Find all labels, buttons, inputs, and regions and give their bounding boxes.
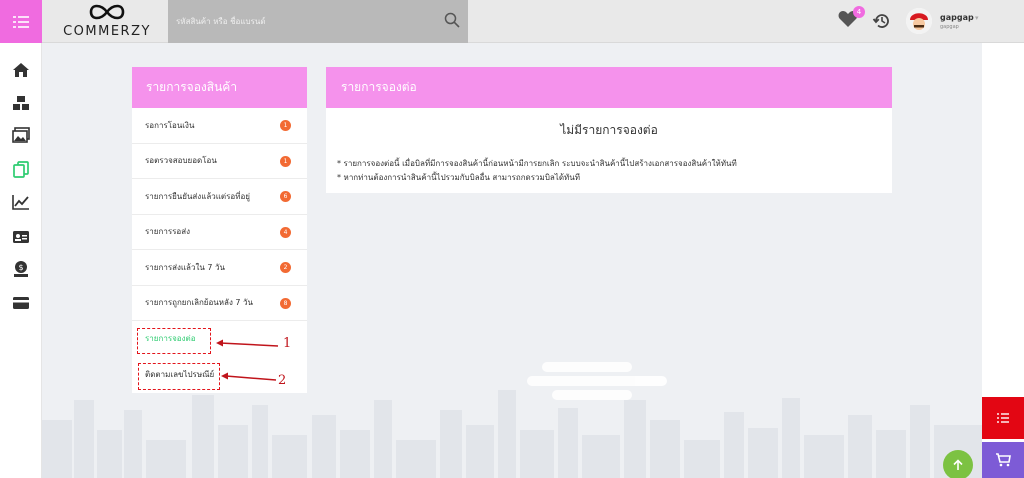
nav-item-cancelled-7-days[interactable]: รายการถูกยกเลิกย้อนหลัง 7 วัน 8 bbox=[132, 286, 307, 321]
nav-item-label: รายการส่งแล้วใน 7 วัน bbox=[145, 262, 225, 272]
nav-item-shipped-7-days[interactable]: รายการส่งแล้วใน 7 วัน 2 bbox=[132, 250, 307, 286]
empty-state-message: ไม่มีรายการจองต่อ bbox=[560, 123, 658, 137]
rail-finance[interactable]: $ bbox=[10, 258, 32, 280]
chart-icon bbox=[12, 195, 29, 210]
infinity-logo-icon bbox=[89, 4, 125, 20]
cart-button[interactable] bbox=[982, 442, 1024, 478]
arrow-up-icon bbox=[953, 459, 963, 470]
nav-item-awaiting-shipment[interactable]: รายการรอส่ง 4 bbox=[132, 215, 307, 250]
nav-item-label: รายการรอส่ง bbox=[145, 227, 190, 237]
rail-gallery[interactable] bbox=[10, 124, 32, 146]
nav-item-confirmed-awaiting-address[interactable]: รายการยืนยันส่งแล้วแต่รอที่อยู่ 6 bbox=[132, 179, 307, 215]
rail-reports[interactable] bbox=[10, 191, 32, 213]
rail-home[interactable] bbox=[10, 59, 32, 81]
search-input[interactable] bbox=[168, 0, 430, 43]
chevron-down-icon[interactable]: ▾ bbox=[975, 14, 979, 22]
home-icon bbox=[13, 63, 29, 77]
svg-text:$: $ bbox=[18, 263, 23, 272]
nav-item-verify-transfer[interactable]: รอตรวจสอบยอดโอน 1 bbox=[132, 144, 307, 179]
user-avatar[interactable] bbox=[906, 8, 932, 34]
nav-item-label: รายการยืนยันส่งแล้วแต่รอที่อยู่ bbox=[145, 191, 250, 201]
menu-icon bbox=[13, 15, 29, 28]
nav-item-label: รอตรวจสอบยอดโอน bbox=[145, 156, 217, 166]
cart-icon bbox=[996, 453, 1011, 467]
main-menu-button[interactable] bbox=[0, 0, 42, 43]
booking-menu-title: รายการจองสินค้า bbox=[132, 67, 307, 108]
top-bar: COMMERZY 4 gapgap gapgap ▾ bbox=[0, 0, 1024, 43]
count-badge: 4 bbox=[280, 226, 291, 238]
rail-inventory[interactable] bbox=[10, 92, 32, 114]
right-menu-button[interactable] bbox=[982, 397, 1024, 439]
rail-payment[interactable] bbox=[10, 292, 32, 314]
count-badge: 1 bbox=[280, 155, 291, 167]
search-icon[interactable] bbox=[444, 12, 460, 28]
avatar-image bbox=[906, 8, 932, 34]
count-badge: 1 bbox=[280, 120, 291, 131]
continue-booking-panel: รายการจองต่อ ไม่มีรายการจองต่อ * รายการจ… bbox=[326, 67, 892, 193]
user-subtitle: gapgap bbox=[940, 24, 959, 30]
nav-item-label: รายการถูกยกเลิกย้อนหลัง 7 วัน bbox=[145, 298, 253, 308]
boxes-icon bbox=[13, 96, 29, 110]
annotation-number-2: 2 bbox=[278, 373, 287, 388]
rail-members[interactable] bbox=[10, 226, 32, 248]
nav-item-awaiting-payment[interactable]: รอการโอนเงิน 1 bbox=[132, 108, 307, 144]
left-nav-rail: $ bbox=[0, 43, 42, 478]
info-note-2: * หากท่านต้องการนำสินค้านี้ไปรวมกับบิลอื… bbox=[337, 173, 581, 182]
continue-booking-title: รายการจองต่อ bbox=[326, 67, 892, 108]
rail-orders[interactable] bbox=[10, 158, 32, 180]
scroll-to-top-button[interactable] bbox=[943, 450, 973, 478]
count-badge: 6 bbox=[280, 191, 291, 202]
copy-icon bbox=[13, 160, 29, 178]
search-bar bbox=[168, 0, 468, 43]
annotation-number-1: 1 bbox=[283, 336, 292, 351]
credit-card-icon bbox=[13, 297, 29, 309]
highlight-box-track-postal bbox=[138, 363, 220, 390]
money-icon: $ bbox=[14, 261, 28, 277]
count-badge: 2 bbox=[280, 262, 291, 273]
user-name[interactable]: gapgap bbox=[940, 13, 974, 22]
info-note-1: * รายการจองต่อนี้ เมื่อบิลที่มีการจองสิน… bbox=[337, 159, 737, 168]
nav-item-label: รอการโอนเงิน bbox=[145, 120, 195, 130]
count-badge: 8 bbox=[280, 297, 291, 309]
id-card-icon bbox=[13, 231, 29, 243]
gallery-icon bbox=[12, 127, 30, 143]
highlight-box-continue-booking bbox=[137, 328, 211, 354]
list-menu-icon bbox=[997, 413, 1009, 423]
history-icon[interactable] bbox=[872, 11, 892, 31]
commerzy-logo[interactable]: COMMERZY bbox=[52, 2, 162, 42]
logo-text: COMMERZY bbox=[63, 24, 151, 39]
favorites-count-badge: 4 bbox=[853, 6, 865, 18]
